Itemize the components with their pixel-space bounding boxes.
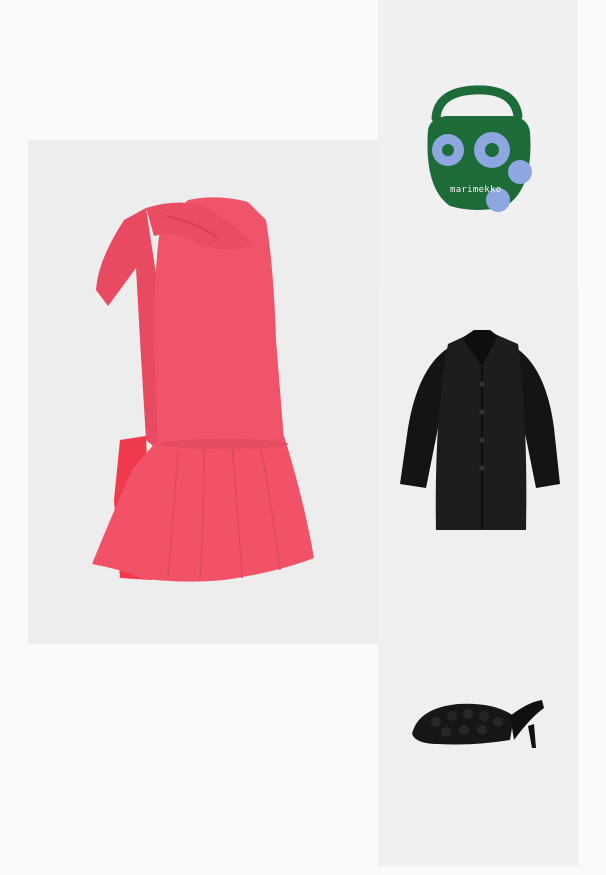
- shoe-image: [412, 700, 544, 748]
- dress-image: [92, 197, 314, 582]
- coat-image: [400, 330, 560, 530]
- product-tile-bag[interactable]: marimekko: [378, 0, 578, 288]
- bag-image: marimekko: [427, 85, 532, 212]
- product-tile-coat[interactable]: [378, 288, 578, 576]
- product-tile-dress[interactable]: [28, 140, 378, 644]
- bag-brand-text: marimekko: [450, 185, 501, 195]
- product-tile-shoe[interactable]: [378, 576, 578, 866]
